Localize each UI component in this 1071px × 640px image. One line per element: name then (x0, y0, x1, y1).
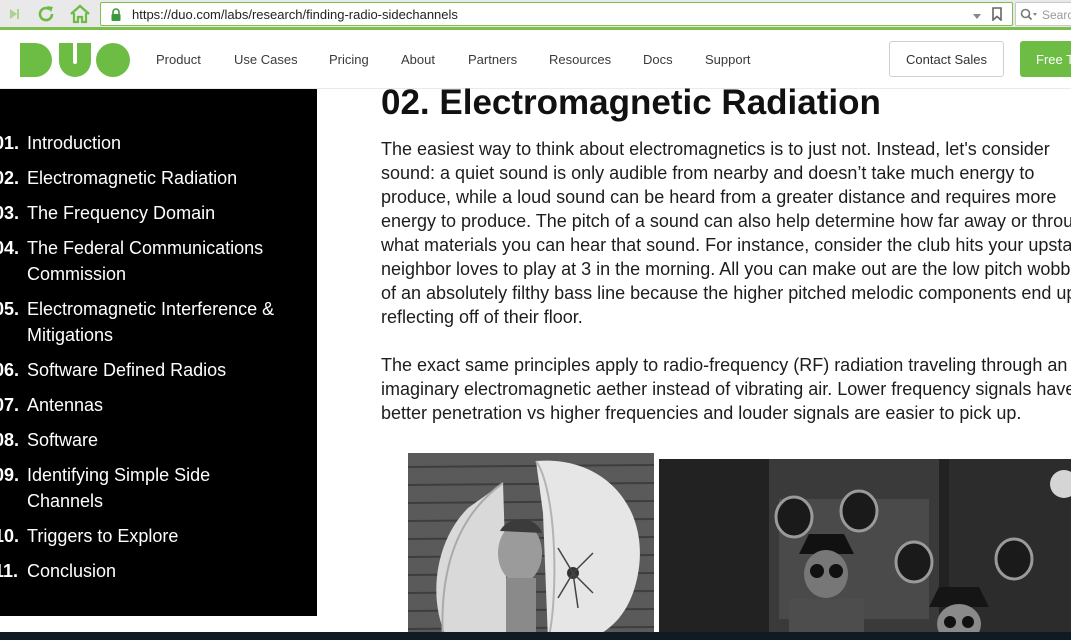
toc-label: Electromagnetic Interference & (27, 299, 275, 319)
paragraph-1: The easiest way to think about electroma… (381, 137, 1071, 329)
toc-number: 10. (0, 526, 20, 546)
text-line: imaginary electromagnetic aether instead… (381, 379, 1071, 399)
search-icon (1020, 8, 1038, 27)
nav-about[interactable]: About (401, 52, 435, 67)
browser-search-field[interactable]: Search (1015, 2, 1071, 26)
toc-item-introduction[interactable]: 01. Introduction (0, 130, 300, 156)
nav-product[interactable]: Product (156, 52, 201, 67)
nav-use-cases[interactable]: Use Cases (234, 52, 298, 67)
toc-label: Mitigations (27, 325, 114, 345)
search-placeholder: Search (1042, 8, 1071, 22)
toc-item-software-defined-radios[interactable]: 06. Software Defined Radios (0, 357, 300, 383)
toc-number: 03. (0, 203, 20, 223)
toc-number: 01. (0, 133, 20, 153)
table-of-contents: 01. Introduction 02. Electromagnetic Rad… (0, 89, 317, 616)
nav-pricing[interactable]: Pricing (329, 52, 369, 67)
toc-number: 05. (0, 299, 20, 319)
toc-item-side-channels[interactable]: 09. Identifying Simple Side Channels (0, 462, 300, 514)
toc-label: Electromagnetic Radiation (27, 168, 238, 188)
toc-item-emi-mitigations[interactable]: 05. Electromagnetic Interference & Mitig… (0, 296, 300, 348)
toc-item-conclusion[interactable]: 11. Conclusion (0, 558, 300, 584)
toc-label: The Frequency Domain (27, 203, 216, 223)
text-line: The exact same principles apply to radio… (381, 355, 1068, 375)
chevron-down-icon[interactable] (972, 8, 982, 26)
toc-label: Software Defined Radios (27, 360, 227, 380)
home-icon[interactable] (68, 3, 92, 25)
text-line: produce, while a loud sound can be heard… (381, 187, 1057, 207)
toc-number: 07. (0, 395, 20, 415)
text-line: sound: a quiet sound is only audible fro… (381, 163, 1035, 183)
text-line: energy to produce. The pitch of a sound … (381, 211, 1071, 231)
lock-icon (110, 8, 122, 27)
text-line: reflecting off of their floor. (381, 307, 583, 327)
toc-number: 11. (0, 561, 19, 581)
taskbar-strip (0, 632, 1071, 640)
free-trial-button[interactable]: Free Trial (1020, 41, 1071, 77)
toc-number: 02. (0, 168, 20, 188)
browser-toolbar: https://duo.com/labs/research/finding-ra… (0, 0, 1071, 30)
toc-label: Identifying Simple Side (27, 465, 211, 485)
forward-icon[interactable] (2, 3, 26, 25)
toc-number: 04. (0, 238, 20, 258)
url-text[interactable]: https://duo.com/labs/research/finding-ra… (132, 7, 458, 22)
contact-sales-button[interactable]: Contact Sales (889, 41, 1004, 77)
toc-number: 09. (0, 465, 20, 485)
toc-number: 06. (0, 360, 20, 380)
nav-resources[interactable]: Resources (549, 52, 611, 67)
nav-docs[interactable]: Docs (643, 52, 673, 67)
site-header: Product Use Cases Pricing About Partners… (0, 33, 1071, 89)
soldiers-sound-locator-photo (659, 459, 1071, 640)
toc-item-triggers[interactable]: 10. Triggers to Explore (0, 523, 300, 549)
toc-label: Commission (27, 264, 127, 284)
section-heading: 02. Electromagnetic Radiation (381, 83, 881, 122)
duo-logo[interactable] (19, 42, 131, 83)
toc-label: Channels (27, 491, 104, 511)
toc-label: Conclusion (27, 561, 117, 581)
sound-locator-photo (408, 453, 654, 640)
text-line: The easiest way to think about electroma… (381, 139, 1050, 159)
text-line: neighbor loves to play at 3 in the morni… (381, 259, 1071, 279)
toc-label: Software (27, 430, 99, 450)
text-line: what materials you can hear that sound. … (381, 235, 1071, 255)
toc-item-software[interactable]: 08. Software (0, 427, 300, 453)
toc-label: Introduction (27, 133, 122, 153)
bookmark-icon[interactable] (992, 7, 1002, 26)
nav-support[interactable]: Support (705, 52, 751, 67)
toc-item-fcc[interactable]: 04. The Federal Communications Commissio… (0, 235, 300, 287)
nav-partners[interactable]: Partners (468, 52, 517, 67)
paragraph-2: The exact same principles apply to radio… (381, 353, 1071, 425)
address-bar[interactable]: https://duo.com/labs/research/finding-ra… (100, 2, 1013, 26)
reload-icon[interactable] (34, 3, 58, 25)
toc-item-antennas[interactable]: 07. Antennas (0, 392, 300, 418)
toc-number: 08. (0, 430, 20, 450)
text-line: better penetration vs higher frequencies… (381, 403, 1022, 423)
toc-label: The Federal Communications (27, 238, 264, 258)
toc-item-electromagnetic-radiation[interactable]: 02. Electromagnetic Radiation (0, 165, 300, 191)
toc-label: Antennas (27, 395, 104, 415)
toc-label: Triggers to Explore (27, 526, 179, 546)
toc-item-frequency-domain[interactable]: 03. The Frequency Domain (0, 200, 300, 226)
text-line: of an absolutely filthy bass line becaus… (381, 283, 1071, 303)
